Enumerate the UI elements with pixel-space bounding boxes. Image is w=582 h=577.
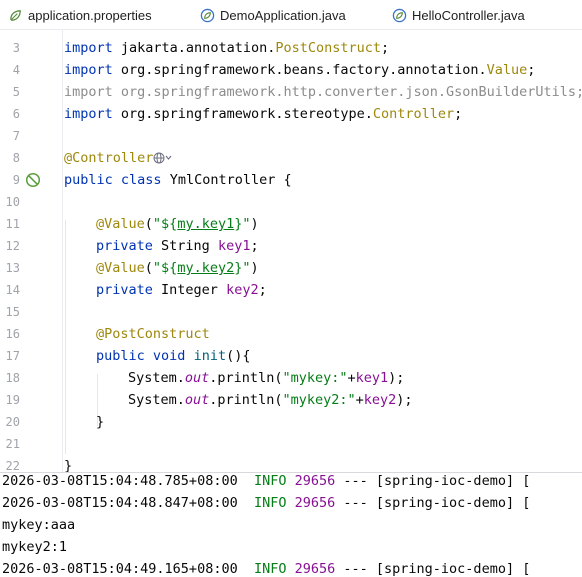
spring-bean-icon[interactable]: [25, 172, 41, 188]
line-number: 10: [5, 195, 20, 209]
line-number: 20: [5, 415, 20, 429]
properties-file-icon: [10, 9, 21, 21]
line-number: 17: [5, 349, 20, 363]
tab-application-properties[interactable]: application.properties: [8, 0, 152, 30]
editor-tab-bar: application.properties DemoApplication.j…: [0, 0, 582, 30]
code-line-22: }: [64, 458, 73, 472]
code-editor[interactable]: 3 4 5 6 7 8 9 10 11 12 13 14 15 16 17 18…: [0, 30, 582, 472]
line-number: 7: [12, 129, 20, 143]
console-log-line: 2026-03-08T15:04:48.847+08:00 INFO 29656…: [2, 495, 531, 511]
code-line-12: private String key1;: [96, 238, 259, 254]
line-number: 13: [5, 261, 20, 275]
line-number: 12: [5, 239, 20, 253]
line-number: 15: [5, 305, 20, 319]
code-line-13: @Value("${my.key2}"): [96, 260, 259, 276]
spring-class-icon: [392, 8, 407, 22]
code-line-17: public void init(){: [96, 348, 251, 364]
code-line-18: System.out.println("mykey:"+key1);: [128, 370, 405, 386]
code-line-9: public class YmlController {: [64, 172, 292, 188]
line-number: 6: [12, 107, 20, 121]
code-line-8: @Controller: [64, 147, 173, 169]
line-number: 18: [5, 371, 20, 385]
line-number: 21: [5, 437, 20, 451]
line-number: 8: [12, 151, 20, 165]
web-globe-icon[interactable]: [153, 151, 173, 165]
gutter-divider: [62, 30, 63, 472]
line-number: 16: [5, 327, 20, 341]
code-line-16: @PostConstruct: [96, 326, 210, 342]
code-line-5-unused-import: import org.springframework.http.converte…: [64, 84, 582, 100]
code-line-11: @Value("${my.key1}"): [96, 216, 259, 232]
line-number: 19: [5, 393, 20, 407]
tab-label: HelloController.java: [412, 7, 525, 23]
run-console[interactable]: 2026-03-08T15:04:48.785+08:00 INFO 29656…: [0, 472, 582, 577]
tab-hello-controller[interactable]: HelloController.java: [392, 0, 525, 30]
tab-label: application.properties: [28, 7, 152, 23]
tab-demo-application[interactable]: DemoApplication.java: [200, 0, 346, 30]
line-number: 3: [12, 41, 20, 55]
line-number: 11: [5, 217, 20, 231]
code-line-19: System.out.println("mykey2:"+key2);: [128, 392, 413, 408]
code-line-3: import jakarta.annotation.PostConstruct;: [64, 40, 390, 56]
spring-class-icon: [200, 8, 215, 22]
tab-label: DemoApplication.java: [220, 7, 346, 23]
code-line-14: private Integer key2;: [96, 282, 267, 298]
line-number: 5: [12, 85, 20, 99]
console-output-line: mykey:aaa: [2, 517, 76, 533]
console-output-line: mykey2:1: [2, 539, 68, 555]
line-number: 22: [5, 459, 20, 472]
console-log-line: 2026-03-08T15:04:49.165+08:00 INFO 29656…: [2, 561, 531, 577]
indent-guide: [65, 220, 66, 454]
line-number: 4: [12, 63, 20, 77]
code-line-20: }: [96, 414, 105, 430]
console-log-line: 2026-03-08T15:04:48.785+08:00 INFO 29656…: [2, 473, 531, 489]
code-line-4: import org.springframework.beans.factory…: [64, 62, 536, 78]
line-number: 14: [5, 283, 20, 297]
line-number: 9: [12, 173, 20, 187]
code-line-6: import org.springframework.stereotype.Co…: [64, 106, 463, 122]
